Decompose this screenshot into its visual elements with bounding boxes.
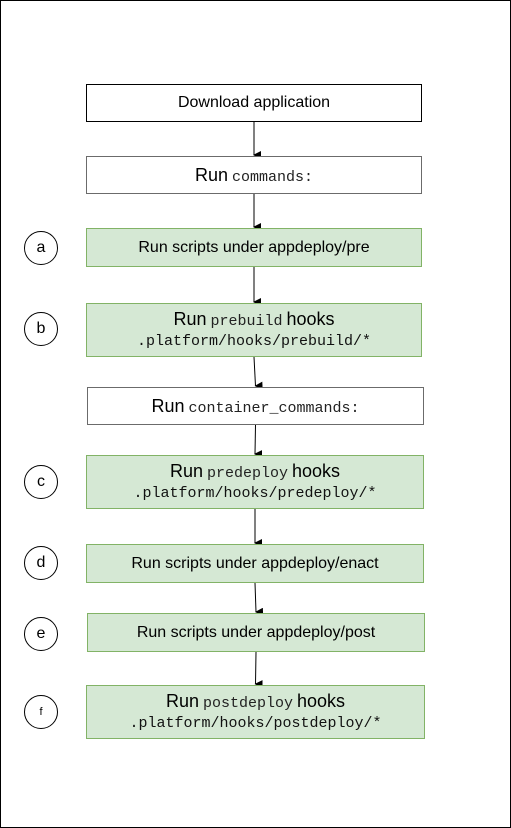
step-marker-e: e — [24, 617, 58, 651]
step-path: .platform/hooks/predeploy/* — [133, 484, 377, 502]
step-suffix: hooks — [292, 460, 341, 481]
step-appdeploy-pre: Run scripts under appdeploy/pre — [86, 228, 422, 267]
step-prefix: Run — [151, 395, 185, 416]
step-code: container_commands: — [188, 399, 360, 417]
step-postdeploy-hooks: Run postdeploy hooks .platform/hooks/pos… — [86, 685, 425, 739]
step-appdeploy-post: Run scripts under appdeploy/post — [87, 613, 425, 652]
step-marker-b: b — [24, 312, 58, 346]
step-label: Run scripts under appdeploy/pre — [138, 238, 370, 256]
step-path: .platform/hooks/prebuild/* — [136, 332, 372, 350]
step-download-application: Download application — [86, 84, 422, 122]
step-marker-d: d — [24, 546, 58, 580]
step-label: Run scripts under appdeploy/post — [136, 623, 376, 641]
step-code: postdeploy — [202, 694, 293, 712]
step-appdeploy-enact: Run scripts under appdeploy/enact — [86, 544, 424, 583]
step-path: .platform/hooks/postdeploy/* — [129, 714, 382, 732]
step-marker-c: c — [24, 465, 58, 499]
step-prebuild-hooks: Run prebuild hooks .platform/hooks/prebu… — [86, 303, 422, 357]
step-run-container-commands: Run container_commands: — [87, 387, 424, 425]
step-code: predeploy — [206, 464, 288, 482]
step-prefix: Run — [165, 690, 199, 711]
step-code: commands: — [232, 168, 314, 186]
step-suffix: hooks — [286, 308, 335, 329]
step-marker-f: f — [24, 695, 58, 729]
step-prefix: Run — [173, 308, 207, 329]
step-label: Run scripts under appdeploy/enact — [131, 554, 379, 572]
step-code: prebuild — [210, 312, 283, 330]
step-label: Download application — [177, 94, 331, 111]
step-marker-a: a — [24, 231, 58, 265]
step-predeploy-hooks: Run predeploy hooks .platform/hooks/pred… — [86, 455, 424, 509]
step-run-commands: Run commands: — [86, 156, 422, 194]
step-suffix: hooks — [297, 690, 346, 711]
step-prefix: Run — [194, 164, 228, 185]
step-prefix: Run — [169, 460, 203, 481]
